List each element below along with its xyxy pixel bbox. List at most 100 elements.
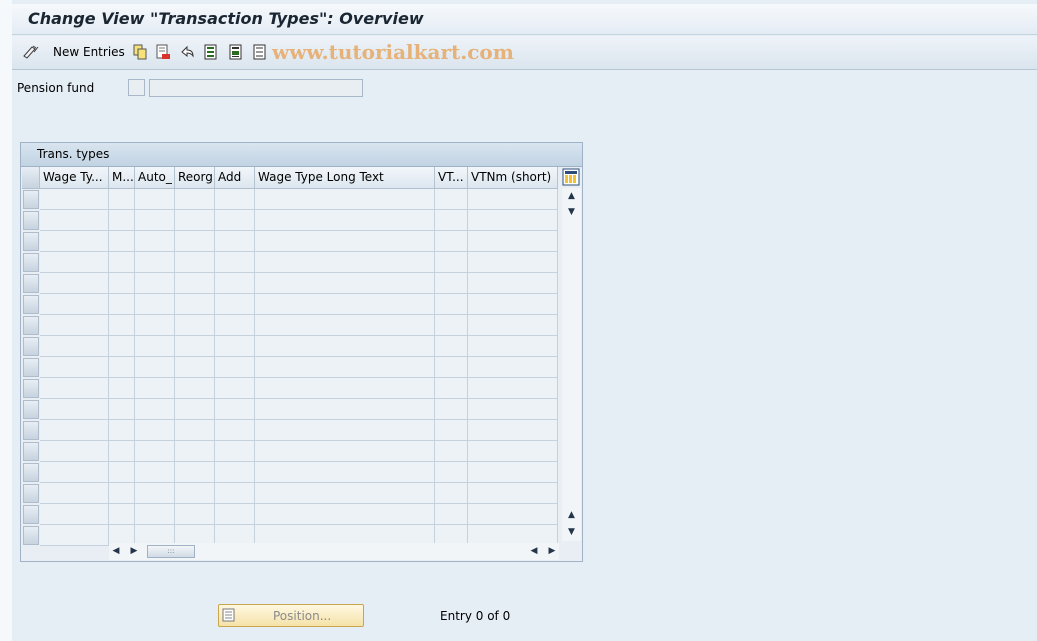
- table-cell[interactable]: [255, 315, 435, 336]
- table-cell[interactable]: [40, 210, 109, 231]
- table-cell[interactable]: [215, 210, 255, 231]
- table-cell[interactable]: [175, 441, 215, 462]
- table-cell[interactable]: [109, 462, 135, 483]
- table-cell[interactable]: [215, 336, 255, 357]
- page-down-icon[interactable]: ▼: [562, 524, 581, 540]
- table-cell[interactable]: [135, 441, 175, 462]
- table-cell[interactable]: [435, 399, 468, 420]
- table-cell[interactable]: [135, 273, 175, 294]
- table-cell[interactable]: [435, 504, 468, 525]
- table-cell[interactable]: [175, 231, 215, 252]
- row-selector-button[interactable]: [23, 484, 39, 503]
- table-cell[interactable]: [215, 504, 255, 525]
- table-cell[interactable]: [215, 462, 255, 483]
- table-cell[interactable]: [40, 189, 109, 210]
- table-cell[interactable]: [109, 252, 135, 273]
- row-selector-button[interactable]: [23, 379, 39, 398]
- table-cell[interactable]: [40, 441, 109, 462]
- table-cell[interactable]: [109, 294, 135, 315]
- table-cell[interactable]: [468, 441, 558, 462]
- undo-icon[interactable]: [179, 44, 195, 60]
- copy-icon[interactable]: [132, 44, 148, 60]
- column-header-wage-type[interactable]: Wage Ty...: [40, 167, 109, 188]
- table-cell[interactable]: [135, 483, 175, 504]
- delete-icon[interactable]: [155, 44, 171, 60]
- scroll-down-icon[interactable]: ▼: [562, 204, 581, 220]
- table-cell[interactable]: [109, 441, 135, 462]
- row-selector-button[interactable]: [23, 274, 39, 293]
- row-selector-button[interactable]: [23, 190, 39, 209]
- column-header-vt[interactable]: VT...: [435, 167, 468, 188]
- table-cell[interactable]: [215, 378, 255, 399]
- table-cell[interactable]: [435, 378, 468, 399]
- table-cell[interactable]: [40, 525, 109, 546]
- table-cell[interactable]: [435, 210, 468, 231]
- vertical-scrollbar[interactable]: ▲ ▼ ▲ ▼: [562, 188, 581, 541]
- table-cell[interactable]: [40, 378, 109, 399]
- table-cell[interactable]: [135, 357, 175, 378]
- table-cell[interactable]: [435, 189, 468, 210]
- table-cell[interactable]: [135, 378, 175, 399]
- table-cell[interactable]: [175, 357, 215, 378]
- horizontal-scroll-thumb[interactable]: :::: [147, 545, 195, 558]
- table-cell[interactable]: [468, 336, 558, 357]
- table-cell[interactable]: [468, 189, 558, 210]
- table-cell[interactable]: [435, 252, 468, 273]
- row-selector-button[interactable]: [23, 463, 39, 482]
- table-cell[interactable]: [468, 231, 558, 252]
- table-cell[interactable]: [255, 357, 435, 378]
- table-cell[interactable]: [255, 210, 435, 231]
- table-cell[interactable]: [215, 252, 255, 273]
- table-cell[interactable]: [175, 315, 215, 336]
- table-cell[interactable]: [435, 483, 468, 504]
- table-cell[interactable]: [435, 315, 468, 336]
- table-cell[interactable]: [40, 462, 109, 483]
- select-all-rows-button[interactable]: [22, 167, 40, 188]
- table-cell[interactable]: [175, 273, 215, 294]
- table-cell[interactable]: [135, 294, 175, 315]
- table-cell[interactable]: [468, 462, 558, 483]
- table-cell[interactable]: [175, 378, 215, 399]
- table-cell[interactable]: [40, 483, 109, 504]
- display-change-icon[interactable]: [22, 44, 39, 60]
- column-header-reorg[interactable]: Reorg: [175, 167, 215, 188]
- table-cell[interactable]: [40, 504, 109, 525]
- table-cell[interactable]: [109, 420, 135, 441]
- table-cell[interactable]: [255, 504, 435, 525]
- table-cell[interactable]: [435, 441, 468, 462]
- table-settings-icon[interactable]: [562, 168, 580, 186]
- table-cell[interactable]: [109, 357, 135, 378]
- table-cell[interactable]: [175, 252, 215, 273]
- table-cell[interactable]: [175, 399, 215, 420]
- table-cell[interactable]: [109, 189, 135, 210]
- table-cell[interactable]: [255, 441, 435, 462]
- table-cell[interactable]: [435, 231, 468, 252]
- table-cell[interactable]: [109, 315, 135, 336]
- table-cell[interactable]: [468, 315, 558, 336]
- table-cell[interactable]: [255, 399, 435, 420]
- row-selector-button[interactable]: [23, 337, 39, 356]
- position-button[interactable]: Position...: [218, 604, 364, 627]
- table-cell[interactable]: [468, 399, 558, 420]
- table-cell[interactable]: [109, 336, 135, 357]
- table-cell[interactable]: [109, 504, 135, 525]
- select-block-icon[interactable]: [228, 44, 244, 60]
- table-cell[interactable]: [40, 336, 109, 357]
- table-cell[interactable]: [255, 231, 435, 252]
- row-selector-button[interactable]: [23, 232, 39, 251]
- row-selector-button[interactable]: [23, 253, 39, 272]
- table-cell[interactable]: [175, 462, 215, 483]
- table-cell[interactable]: [109, 378, 135, 399]
- table-cell[interactable]: [255, 336, 435, 357]
- table-cell[interactable]: [255, 273, 435, 294]
- table-cell[interactable]: [215, 420, 255, 441]
- table-cell[interactable]: [215, 231, 255, 252]
- table-cell[interactable]: [215, 441, 255, 462]
- table-cell[interactable]: [135, 399, 175, 420]
- table-cell[interactable]: [175, 189, 215, 210]
- table-cell[interactable]: [468, 210, 558, 231]
- row-selector-button[interactable]: [23, 358, 39, 377]
- table-cell[interactable]: [40, 231, 109, 252]
- pension-fund-key-field[interactable]: [128, 79, 145, 96]
- table-cell[interactable]: [215, 315, 255, 336]
